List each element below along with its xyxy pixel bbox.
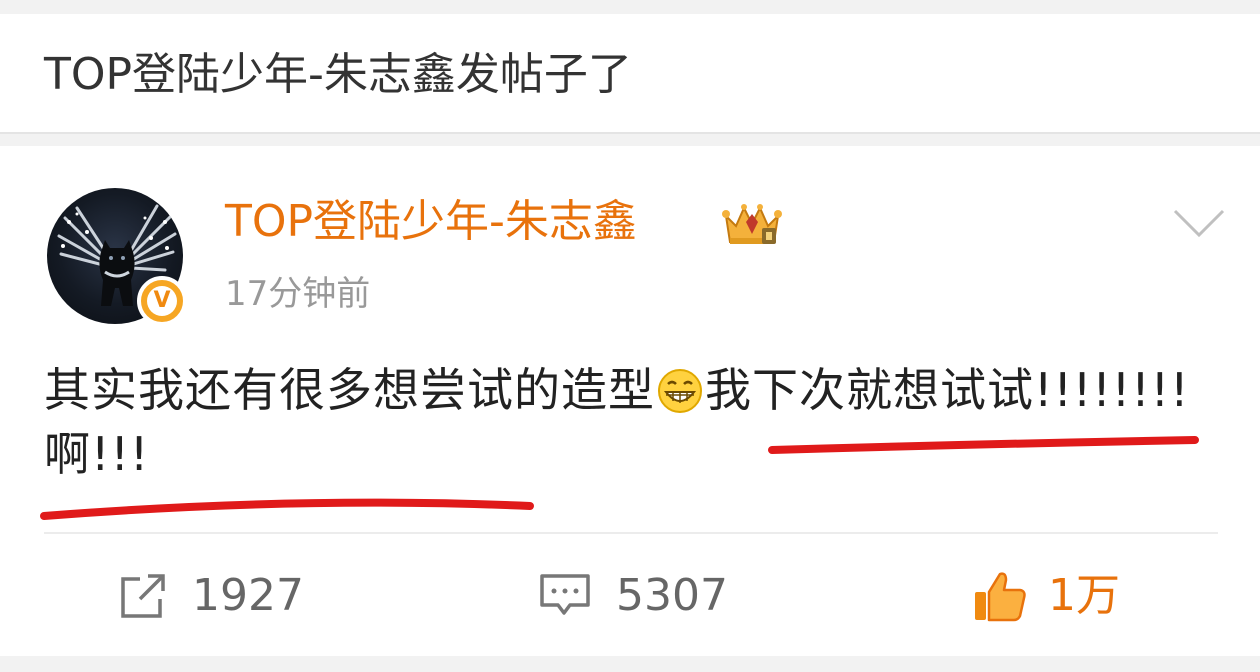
repost-icon [121, 574, 165, 618]
chevron-down-icon[interactable] [1172, 208, 1226, 238]
title-bar: TOP登陆少年-朱志鑫发帖子了 [0, 14, 1260, 134]
crown-icon[interactable] [720, 198, 784, 250]
comment-count: 5307 [616, 570, 728, 621]
post-timestamp: 17分钟前 [225, 274, 371, 314]
verified-badge: V [137, 276, 187, 326]
post-text-part-1: 其实我还有很多想尝试的造型 [44, 363, 655, 417]
repost-count: 1927 [192, 570, 304, 621]
author-name[interactable]: TOP登陆少年-朱志鑫 [225, 196, 637, 248]
comment-icon [540, 574, 590, 615]
like-button[interactable]: 1万 [972, 566, 1120, 626]
comment-button[interactable]: 5307 [538, 566, 728, 626]
bottom-background [0, 656, 1260, 672]
top-background [0, 0, 1260, 14]
action-divider [44, 532, 1218, 534]
repost-button[interactable]: 1927 [118, 566, 304, 626]
like-count: 1万 [1048, 570, 1120, 621]
post-body: 其实我还有很多想尝试的造型 我下次就想试试!!!!!!!! 啊!!! [44, 358, 1224, 486]
page-title: TOP登陆少年-朱志鑫发帖子了 [44, 49, 632, 100]
thumbs-up-icon [975, 572, 1026, 622]
post-card[interactable]: V TOP登陆少年-朱志鑫 17分钟前 其实我还有很多想尝试的造型 我下次就想试… [0, 146, 1260, 656]
grin-emoji-icon [658, 369, 702, 413]
verified-icon: V [147, 286, 177, 316]
